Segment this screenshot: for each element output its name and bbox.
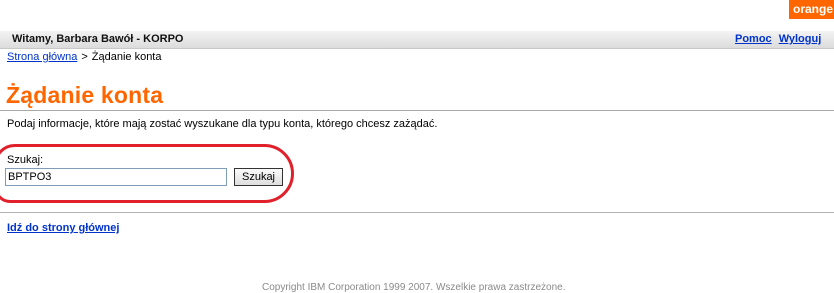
section-divider xyxy=(0,212,834,213)
brand-logo: orange xyxy=(789,0,834,19)
title-divider xyxy=(0,110,834,111)
help-link[interactable]: Pomoc xyxy=(735,33,772,45)
breadcrumb-current: Żądanie konta xyxy=(91,51,162,63)
breadcrumb: Strona główna > Żądanie konta xyxy=(7,51,161,63)
copyright-text: Copyright IBM Corporation 1999 2007. Wsz… xyxy=(262,282,566,293)
search-label: Szukaj: xyxy=(7,154,44,166)
top-links: Pomoc Wyloguj xyxy=(735,33,828,45)
logout-link[interactable]: Wyloguj xyxy=(779,33,822,45)
go-home-link[interactable]: Idź do strony głównej xyxy=(7,222,119,234)
breadcrumb-separator: > xyxy=(81,51,88,63)
top-bar: Witamy, Barbara Bawół - KORPO Pomoc Wylog… xyxy=(0,31,834,49)
welcome-text: Witamy, Barbara Bawół - KORPO xyxy=(12,33,184,45)
page-description: Podaj informacje, które mają zostać wysz… xyxy=(7,118,438,130)
search-button[interactable]: Szukaj xyxy=(234,168,283,186)
breadcrumb-home-link[interactable]: Strona główna xyxy=(7,51,77,63)
page-title: Żądanie konta xyxy=(6,82,164,108)
search-input[interactable] xyxy=(5,168,227,186)
